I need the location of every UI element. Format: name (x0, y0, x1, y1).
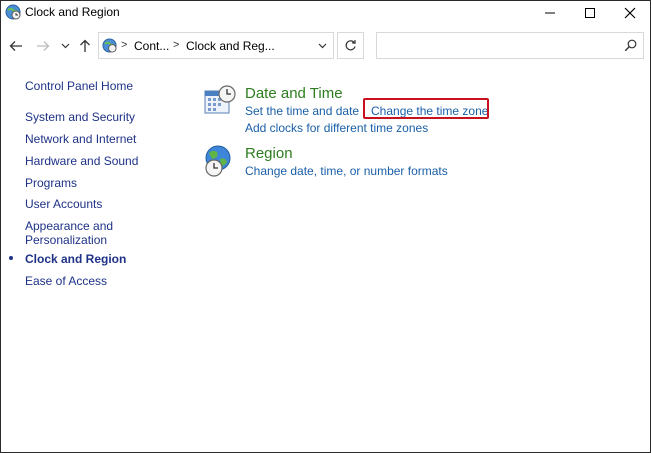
sidebar-item-clock-and-region[interactable]: Clock and Region (25, 252, 126, 266)
control-panel-icon (102, 38, 117, 53)
chevron-down-icon (318, 43, 326, 48)
sidebar-item-network-and-internet[interactable]: Network and Internet (25, 132, 136, 146)
sidebar-item-personalization[interactable]: Personalization (25, 233, 107, 247)
up-button[interactable] (76, 35, 94, 57)
search-input[interactable] (381, 36, 615, 57)
arrow-up-icon (80, 39, 90, 52)
globe-clock-icon[interactable] (203, 144, 237, 183)
sidebar-item-system-and-security[interactable]: System and Security (25, 110, 135, 124)
search-box[interactable] (376, 32, 644, 59)
link-set-time-and-date[interactable]: Set the time and date (245, 104, 359, 118)
highlight-box (363, 98, 489, 119)
sidebar-item-ease-of-access[interactable]: Ease of Access (25, 274, 107, 288)
link-add-clocks[interactable]: Add clocks for different time zones (245, 121, 428, 135)
category-date-and-time[interactable]: Date and Time (245, 85, 343, 102)
search-icon[interactable] (624, 39, 637, 57)
refresh-button[interactable] (337, 32, 364, 59)
sidebar-item-appearance[interactable]: Appearance and (25, 219, 113, 233)
forward-button[interactable] (34, 35, 52, 57)
calendar-clock-icon[interactable] (203, 85, 237, 124)
maximize-icon (585, 7, 595, 18)
maximize-button[interactable] (570, 1, 610, 24)
clock-globe-icon (5, 4, 21, 20)
close-icon (624, 7, 636, 18)
chevron-down-icon (61, 43, 69, 49)
minimize-button[interactable] (530, 1, 570, 24)
window-title: Clock and Region (25, 5, 120, 19)
sidebar-item-user-accounts[interactable]: User Accounts (25, 197, 102, 211)
navigation-bar: > Cont... > Clock and Reg... (1, 31, 650, 61)
breadcrumb-clock-and-region[interactable]: Clock and Reg... (186, 39, 275, 53)
category-region[interactable]: Region (245, 145, 293, 162)
sidebar-item-programs[interactable]: Programs (25, 176, 77, 190)
refresh-icon (345, 40, 356, 51)
sidebar-item-hardware-and-sound[interactable]: Hardware and Sound (25, 154, 138, 168)
title-bar[interactable]: Clock and Region (1, 1, 650, 24)
breadcrumb-separator: > (173, 39, 180, 51)
sidebar-item-control-panel-home[interactable]: Control Panel Home (25, 79, 133, 93)
address-dropdown-button[interactable] (313, 34, 331, 57)
address-bar[interactable]: > Cont... > Clock and Reg... (98, 32, 334, 59)
back-button[interactable] (7, 35, 25, 57)
breadcrumb-separator: > (121, 39, 128, 51)
arrow-right-icon (37, 41, 50, 51)
minimize-icon (545, 12, 555, 13)
control-panel-window: Clock and Region > Cont... > Clock and R… (0, 0, 651, 453)
arrow-left-icon (9, 41, 22, 51)
close-button[interactable] (610, 1, 650, 24)
recent-locations-button[interactable] (58, 35, 72, 57)
link-change-formats[interactable]: Change date, time, or number formats (245, 164, 448, 178)
current-item-bullet (9, 256, 13, 260)
breadcrumb-control-panel[interactable]: Cont... (134, 39, 169, 53)
